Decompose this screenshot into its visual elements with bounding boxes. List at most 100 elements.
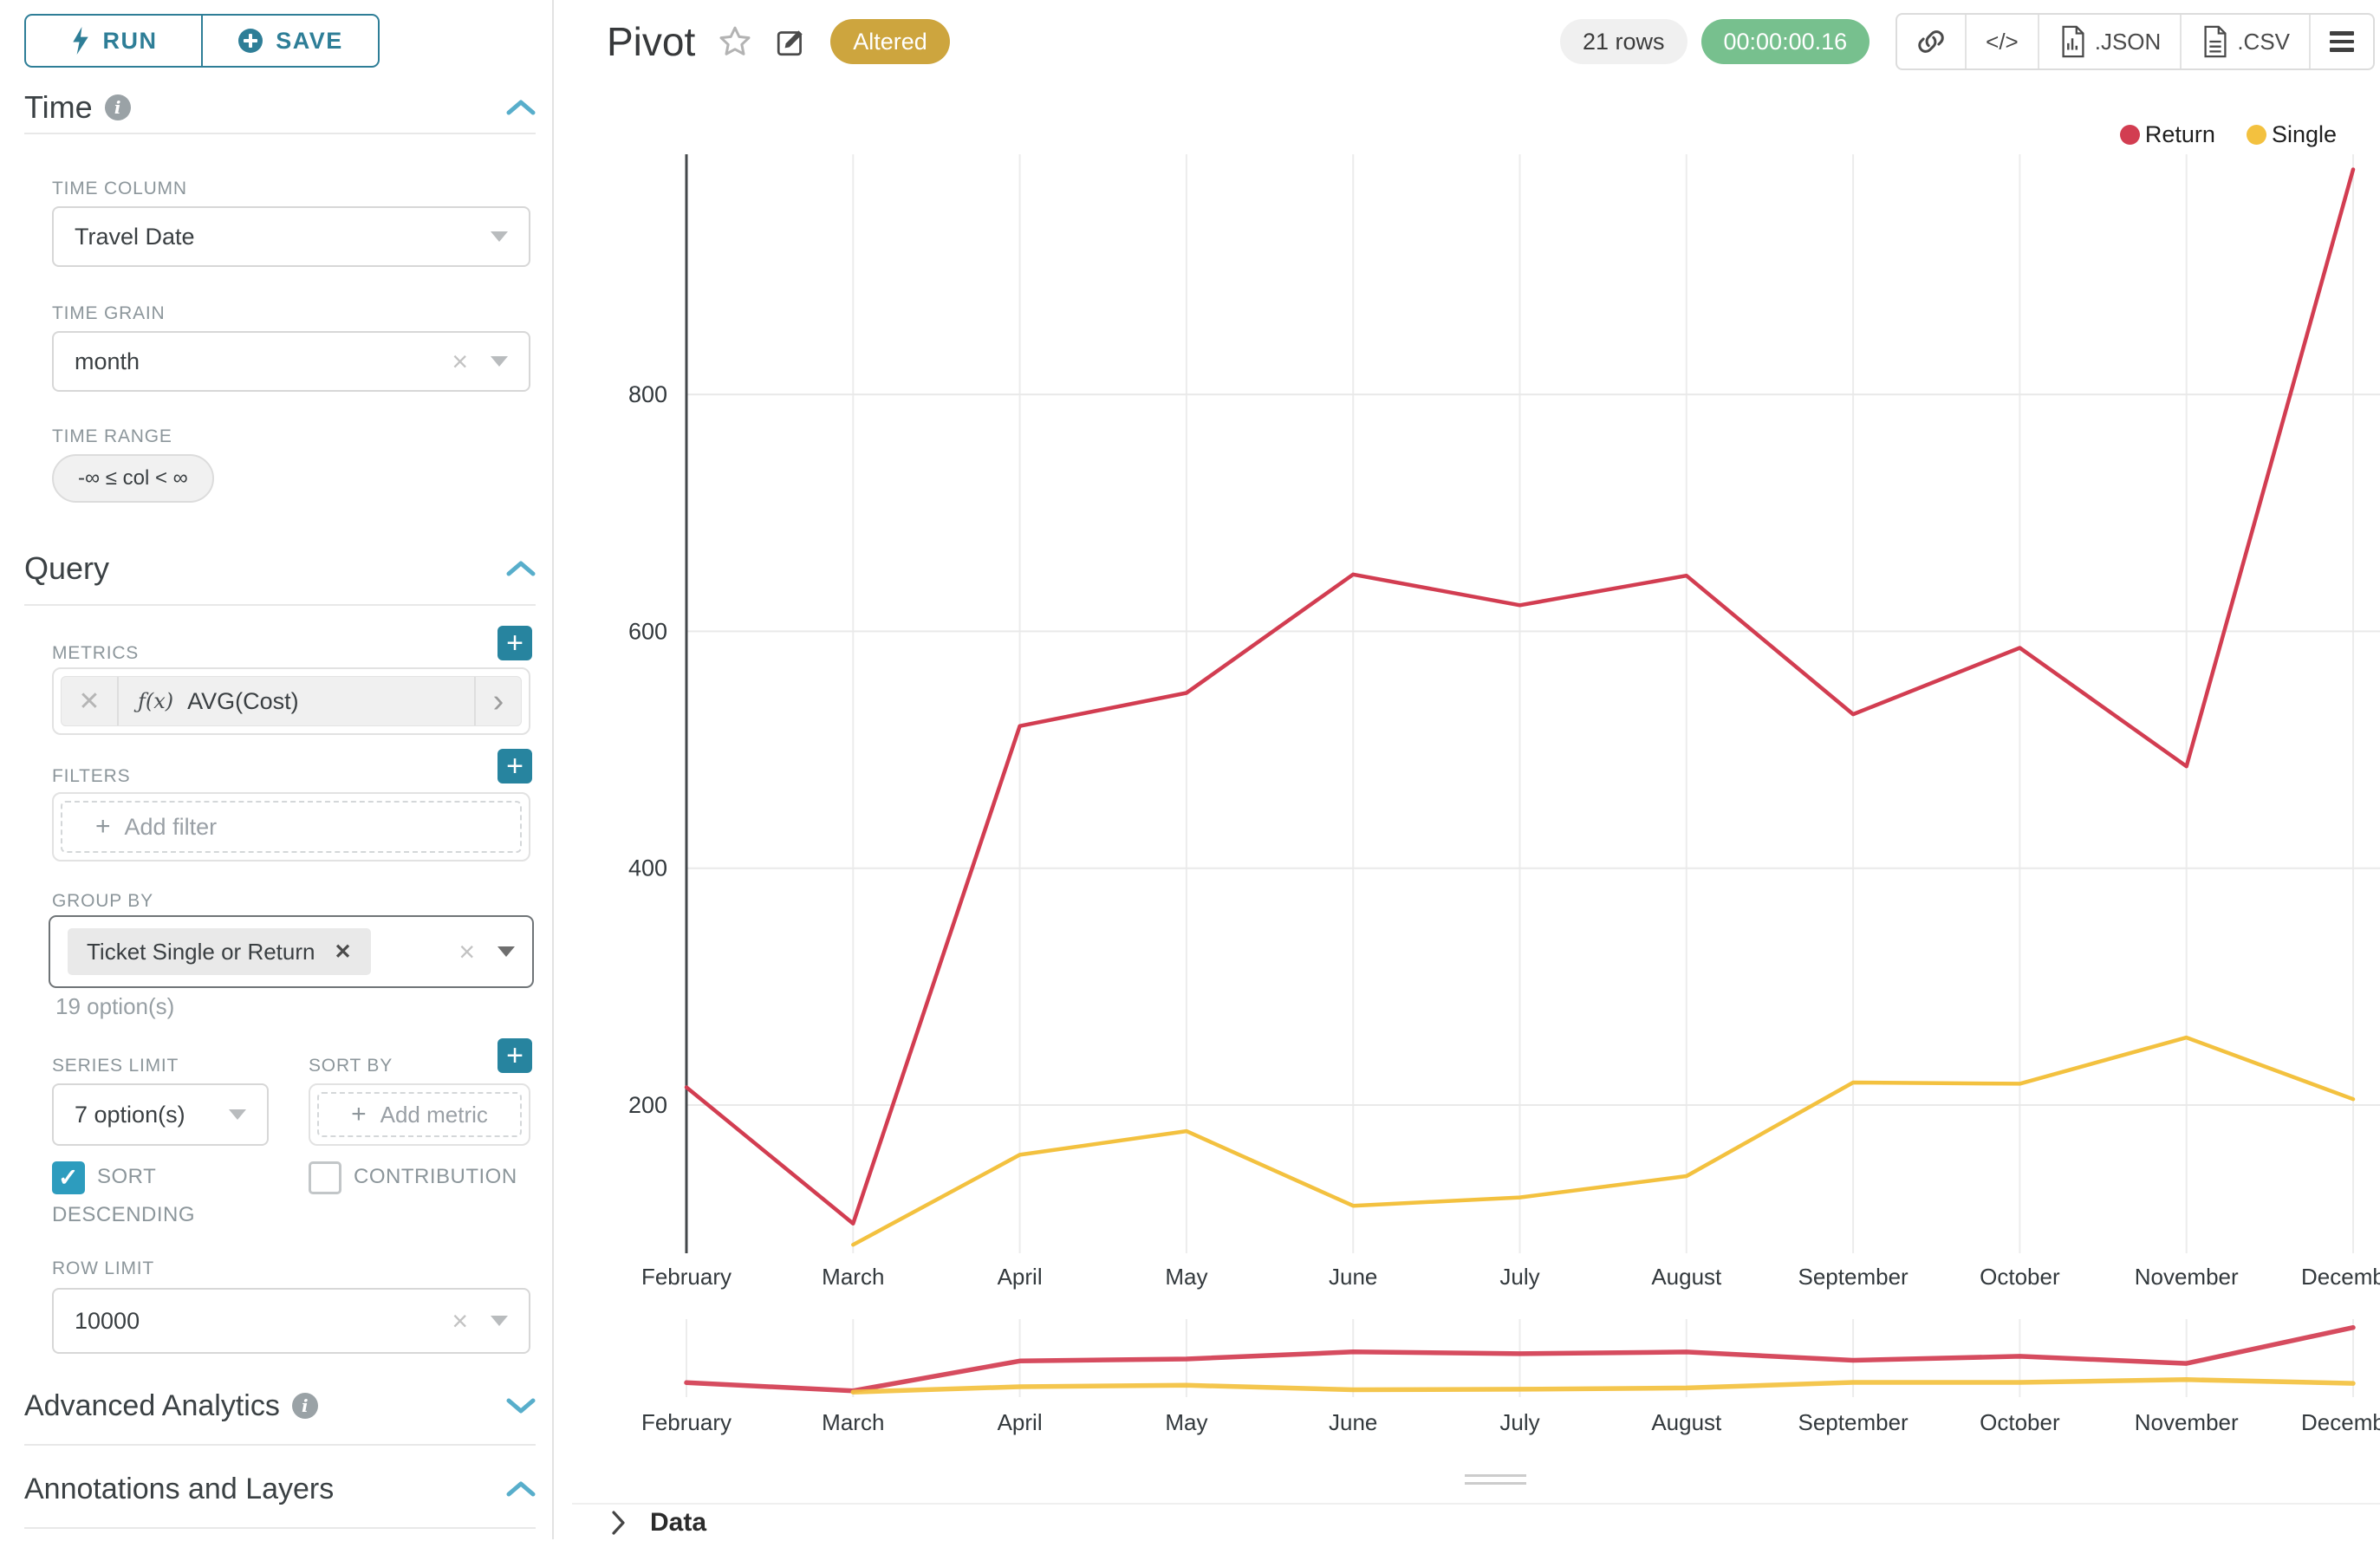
query-section-header[interactable]: Query	[24, 548, 536, 589]
save-button-label: SAVE	[276, 28, 343, 55]
advanced-analytics-title: Advanced Analytics	[24, 1389, 280, 1423]
contribution-checkbox[interactable]	[309, 1161, 341, 1194]
svg-text:April: April	[998, 1264, 1043, 1290]
svg-text:June: June	[1329, 1264, 1377, 1290]
time-section-header[interactable]: Time i	[24, 87, 536, 128]
plus-icon: +	[95, 812, 111, 842]
info-icon: i	[105, 94, 131, 120]
chevron-down-icon	[497, 946, 515, 957]
sort-by-placeholder: Add metric	[380, 1102, 488, 1128]
contribution-control: CONTRIBUTION	[309, 1158, 560, 1196]
svg-text:May: May	[1165, 1409, 1207, 1435]
svg-text:400: 400	[628, 855, 667, 881]
time-range-label: TIME RANGE	[52, 426, 172, 447]
chevron-up-icon[interactable]	[506, 560, 536, 577]
plus-icon: +	[351, 1100, 367, 1129]
chevron-down-icon	[229, 1109, 246, 1120]
svg-text:August: August	[1651, 1264, 1722, 1290]
chevron-down-icon[interactable]	[506, 1397, 536, 1414]
svg-text:July: July	[1499, 1409, 1539, 1435]
advanced-analytics-header[interactable]: Advanced Analytics i	[24, 1385, 536, 1427]
data-section-label: Data	[650, 1508, 706, 1538]
svg-text:February: February	[641, 1264, 732, 1290]
clear-icon[interactable]: ×	[452, 348, 468, 375]
svg-text:October: October	[1980, 1264, 2060, 1290]
run-save-button-group: RUN SAVE	[24, 14, 380, 68]
add-sort-metric-dropzone[interactable]: + Add metric	[317, 1092, 522, 1137]
group-by-chip-label: Ticket Single or Return	[87, 939, 315, 966]
panel-divider	[552, 0, 554, 1539]
chevron-right-icon	[610, 1510, 626, 1536]
time-section-title: Time	[24, 89, 93, 126]
group-by-options-hint: 19 option(s)	[55, 993, 174, 1020]
chevron-down-icon	[491, 356, 508, 367]
svg-text:June: June	[1329, 1409, 1377, 1435]
time-column-value: Travel Date	[75, 224, 195, 250]
metrics-label: METRICS	[52, 643, 139, 664]
save-button[interactable]: SAVE	[201, 16, 378, 66]
divider	[24, 604, 536, 606]
svg-text:October: October	[1980, 1409, 2060, 1435]
series-limit-select[interactable]: 7 option(s)	[52, 1083, 269, 1146]
annotations-header[interactable]: Annotations and Layers	[24, 1468, 536, 1510]
svg-text:September: September	[1798, 1409, 1909, 1435]
panel-resize-handle[interactable]	[1465, 1474, 1526, 1486]
time-column-select[interactable]: Travel Date	[52, 206, 530, 267]
info-icon: i	[292, 1393, 318, 1419]
svg-text:July: July	[1499, 1264, 1539, 1290]
add-filter-dropzone[interactable]: + Add filter	[61, 801, 522, 853]
add-filter-button[interactable]: +	[497, 749, 532, 784]
divider	[24, 1527, 536, 1529]
svg-text:December: December	[2301, 1264, 2380, 1290]
svg-text:August: August	[1651, 1409, 1722, 1435]
filters-field: + Add filter	[52, 792, 530, 862]
chart-canvas[interactable]: 200400600800FebruaryMarchAprilMayJuneJul…	[572, 0, 2380, 1539]
group-by-select[interactable]: Ticket Single or Return ✕ ×	[49, 915, 534, 988]
sort-by-label: SORT BY	[309, 1056, 393, 1076]
add-sort-metric-button[interactable]: +	[497, 1038, 532, 1073]
row-limit-value: 10000	[75, 1308, 140, 1335]
annotations-title: Annotations and Layers	[24, 1473, 334, 1506]
chevron-down-icon	[491, 1316, 508, 1326]
svg-text:December: December	[2301, 1409, 2380, 1435]
svg-text:September: September	[1798, 1264, 1909, 1290]
series-limit-label: SERIES LIMIT	[52, 1056, 179, 1076]
row-limit-label: ROW LIMIT	[52, 1258, 154, 1279]
svg-text:200: 200	[628, 1092, 667, 1118]
chevron-up-icon[interactable]	[506, 1480, 536, 1498]
data-section-toggle[interactable]: Data	[572, 1503, 2380, 1541]
clear-icon[interactable]: ×	[458, 938, 475, 966]
query-section-title: Query	[24, 550, 109, 587]
filters-label: FILTERS	[52, 766, 130, 787]
series-limit-value: 7 option(s)	[75, 1102, 185, 1128]
remove-metric-icon[interactable]: ✕	[62, 677, 119, 725]
clear-icon[interactable]: ×	[452, 1307, 468, 1335]
svg-text:600: 600	[628, 618, 667, 644]
lightning-icon	[70, 27, 91, 55]
add-metric-button[interactable]: +	[497, 626, 532, 660]
sort-descending-checkbox[interactable]: ✓	[52, 1161, 85, 1194]
time-column-label: TIME COLUMN	[52, 179, 187, 199]
sort-by-field: + Add metric	[309, 1083, 530, 1146]
run-button[interactable]: RUN	[26, 16, 201, 66]
group-by-label: GROUP BY	[52, 891, 153, 912]
time-grain-select[interactable]: month ×	[52, 331, 530, 392]
time-grain-label: TIME GRAIN	[52, 303, 166, 324]
row-limit-select[interactable]: 10000 ×	[52, 1288, 530, 1354]
svg-text:November: November	[2135, 1264, 2239, 1290]
metrics-field: ✕ ƒ(x) AVG(Cost) ›	[52, 667, 530, 735]
chevron-up-icon[interactable]	[506, 99, 536, 116]
plus-circle-icon	[237, 28, 263, 54]
svg-text:March: March	[822, 1264, 884, 1290]
group-by-chip[interactable]: Ticket Single or Return ✕	[68, 928, 371, 975]
svg-text:May: May	[1165, 1264, 1207, 1290]
metric-pill[interactable]: ✕ ƒ(x) AVG(Cost) ›	[61, 676, 522, 726]
remove-chip-icon[interactable]: ✕	[334, 940, 351, 965]
svg-text:November: November	[2135, 1409, 2239, 1435]
time-range-value: -∞ ≤ col < ∞	[78, 466, 188, 491]
time-range-pill[interactable]: -∞ ≤ col < ∞	[52, 454, 214, 503]
svg-text:April: April	[998, 1409, 1043, 1435]
divider	[24, 1444, 536, 1446]
chevron-right-icon[interactable]: ›	[474, 677, 521, 725]
sort-descending-control: ✓SORT DESCENDING	[52, 1158, 277, 1234]
